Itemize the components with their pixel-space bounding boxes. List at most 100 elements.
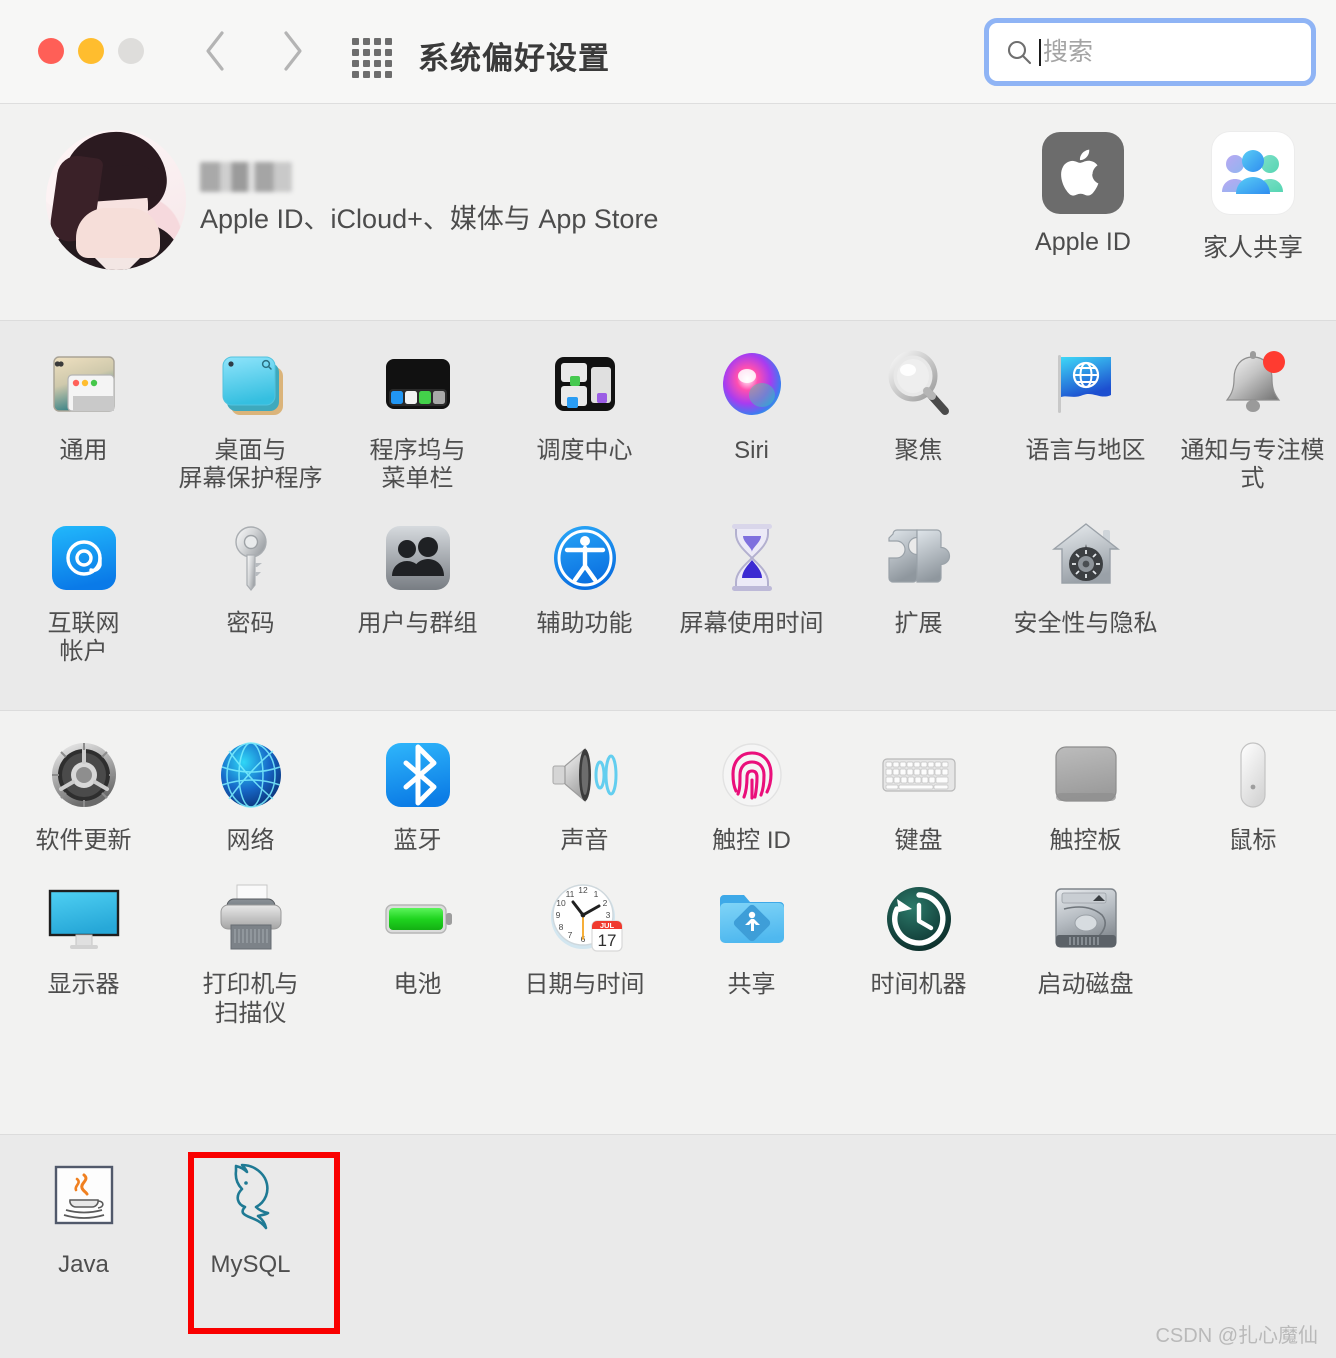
mysql-dolphin-icon	[209, 1157, 293, 1241]
pref-label: 调度中心	[536, 437, 633, 464]
account-text-block: Apple ID、iCloud+、媒体与 App Store	[200, 162, 658, 233]
pref-desktop-screensaver[interactable]: 桌面与 屏幕保护程序	[167, 321, 334, 494]
pref-label: 通知与专注模式	[1180, 437, 1325, 493]
third-party-section: Java MySQL	[0, 1135, 1336, 1358]
pref-startup-disk[interactable]: 启动磁盘	[1002, 855, 1169, 1028]
passwords-key-icon	[209, 516, 293, 600]
pref-label: 语言与地区	[1025, 437, 1146, 464]
pref-label: MySQL	[210, 1251, 291, 1278]
pref-label: 键盘	[894, 827, 943, 854]
pref-printers-scanners[interactable]: 打印机与 扫描仪	[167, 855, 334, 1028]
pref-date-time[interactable]: 1212 345 678 91011 JUL	[501, 855, 668, 1028]
system-section: 通用 桌面与 屏幕保护程序 程序坞与 菜单栏 调度中心 Siri 聚焦 语言与地…	[0, 321, 1336, 711]
apple-id-banner[interactable]: Apple ID、iCloud+、媒体与 App Store Apple ID	[0, 104, 1336, 321]
svg-text:12: 12	[578, 885, 588, 895]
pref-mysql[interactable]: MySQL	[167, 1135, 334, 1279]
svg-text:7: 7	[567, 930, 572, 940]
pref-empty-slot-5	[668, 1135, 835, 1279]
pref-sound[interactable]: 声音	[501, 711, 668, 855]
java-icon	[42, 1157, 126, 1241]
pref-network[interactable]: 网络	[167, 711, 334, 855]
pref-extensions[interactable]: 扩展	[835, 494, 1002, 667]
search-placeholder: 搜索	[1043, 37, 1094, 66]
family-sharing-icon	[1212, 132, 1294, 214]
pref-passwords[interactable]: 密码	[167, 494, 334, 667]
pref-siri[interactable]: Siri	[668, 321, 835, 494]
apple-id-shortcut-label: Apple ID	[1035, 228, 1131, 256]
pref-trackpad[interactable]: 触控板	[1002, 711, 1169, 855]
pref-users-groups[interactable]: 用户与群组	[334, 494, 501, 667]
pref-spotlight[interactable]: 聚焦	[835, 321, 1002, 494]
pref-security-privacy[interactable]: 安全性与隐私	[1002, 494, 1169, 667]
pref-label: 打印机与 扫描仪	[202, 971, 299, 1027]
account-subtitle: Apple ID、iCloud+、媒体与 App Store	[200, 204, 659, 234]
pref-internet-accounts[interactable]: 互联网 帐户	[0, 494, 167, 667]
printers-scanners-icon	[209, 877, 293, 961]
pref-label: 密码	[226, 609, 275, 637]
forward-chevron-icon[interactable]	[270, 28, 316, 74]
family-sharing-shortcut[interactable]: 家人共享	[1198, 132, 1308, 264]
pref-empty-slot-7	[1002, 1135, 1169, 1279]
account-shortcuts: Apple ID 家人共享	[1028, 132, 1308, 264]
pref-label: 启动磁盘	[1037, 971, 1134, 999]
search-field[interactable]: 搜索	[984, 18, 1316, 86]
pref-label: Java	[58, 1251, 109, 1278]
svg-text:17: 17	[597, 931, 616, 950]
pref-time-machine[interactable]: 时间机器	[835, 855, 1002, 1028]
pref-bluetooth[interactable]: 蓝牙	[334, 711, 501, 855]
pref-label: 通用	[59, 437, 108, 464]
sound-speaker-icon	[543, 733, 627, 817]
pref-dock-menubar[interactable]: 程序坞与 菜单栏	[334, 321, 501, 494]
pref-label: 扩展	[894, 609, 943, 637]
pref-battery[interactable]: 电池	[334, 855, 501, 1028]
extensions-puzzle-icon	[877, 516, 961, 600]
svg-text:10: 10	[556, 898, 566, 908]
close-window-button[interactable]	[38, 38, 64, 64]
pref-software-update[interactable]: 软件更新	[0, 711, 167, 855]
svg-text:9: 9	[555, 910, 560, 920]
pref-label: 用户与群组	[357, 609, 478, 637]
date-time-icon: 1212 345 678 91011 JUL	[543, 877, 627, 961]
avatar[interactable]	[46, 130, 186, 270]
pref-touch-id[interactable]: 触控 ID	[668, 711, 835, 855]
pref-notifications-focus[interactable]: 通知与专注模式	[1169, 321, 1336, 494]
svg-text:11: 11	[565, 889, 574, 899]
pref-displays[interactable]: 显示器	[0, 855, 167, 1028]
svg-text:3: 3	[605, 910, 610, 920]
pref-sharing[interactable]: 共享	[668, 855, 835, 1028]
pref-label: 触控 ID	[712, 827, 791, 854]
svg-text:8: 8	[558, 922, 563, 932]
svg-text:1: 1	[593, 889, 598, 899]
screen-time-icon	[710, 516, 794, 600]
pref-label: 网络	[226, 827, 275, 854]
apple-id-shortcut[interactable]: Apple ID	[1028, 132, 1138, 264]
zoom-window-button[interactable]	[118, 38, 144, 64]
pref-label: 蓝牙	[393, 827, 442, 854]
pref-java[interactable]: Java	[0, 1135, 167, 1279]
family-sharing-tile	[1212, 132, 1294, 214]
show-all-grid-icon[interactable]	[352, 38, 392, 78]
pref-label: 电池	[393, 971, 442, 999]
pref-language-region[interactable]: 语言与地区	[1002, 321, 1169, 494]
internet-accounts-icon	[42, 516, 126, 600]
sharing-folder-icon	[710, 877, 794, 961]
pref-accessibility[interactable]: 辅助功能	[501, 494, 668, 667]
language-region-icon	[1044, 343, 1128, 427]
pref-screen-time[interactable]: 屏幕使用时间	[668, 494, 835, 667]
text-cursor	[1039, 38, 1041, 66]
pref-mouse[interactable]: 鼠标	[1169, 711, 1336, 855]
pref-label: 触控板	[1049, 827, 1122, 854]
minimize-window-button[interactable]	[78, 38, 104, 64]
pref-label: 安全性与隐私	[1013, 609, 1158, 637]
pref-mission-control[interactable]: 调度中心	[501, 321, 668, 494]
hardware-section: 软件更新 网络 蓝牙 声音 触控 ID 键盘 触控板 鼠标 显示器 打印机与 扫…	[0, 711, 1336, 1135]
pref-label: 程序坞与 菜单栏	[369, 437, 466, 493]
system-preferences-window: 系统偏好设置 搜索 Apple ID、iCloud+、媒体与 App Store…	[0, 0, 1336, 1358]
pref-keyboard[interactable]: 键盘	[835, 711, 1002, 855]
pref-label: 聚焦	[894, 437, 943, 464]
back-chevron-icon[interactable]	[192, 28, 238, 74]
time-machine-icon	[877, 877, 961, 961]
pref-general[interactable]: 通用	[0, 321, 167, 494]
pref-label: 共享	[727, 971, 776, 999]
users-groups-icon	[376, 516, 460, 600]
